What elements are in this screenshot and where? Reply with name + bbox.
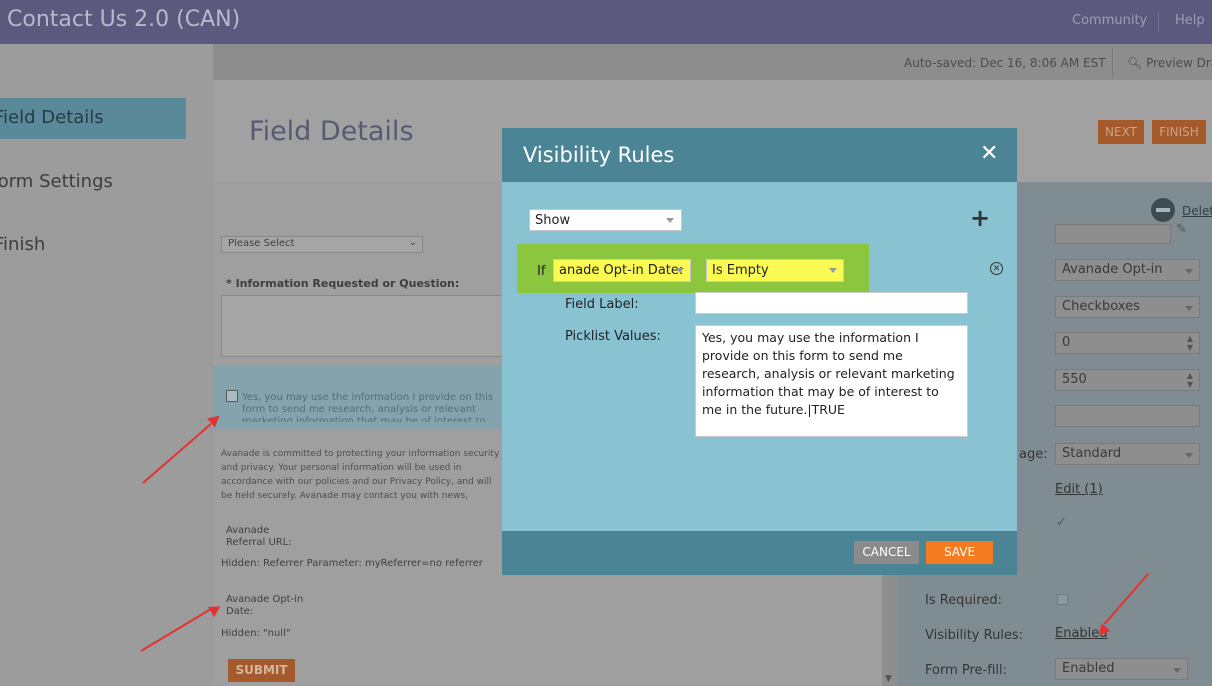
stepper-arrows-icon: ▲ ▼ (1186, 334, 1193, 352)
privacy-text: Avanade is committed to protecting your … (221, 449, 500, 501)
is-required-checkbox[interactable] (1057, 594, 1068, 605)
field-name-input[interactable] (1055, 224, 1171, 244)
chevron-down-icon (1185, 306, 1193, 311)
chevron-down-icon (829, 268, 837, 273)
remove-rule-icon[interactable]: ✕ (990, 262, 1003, 275)
add-rule-icon[interactable]: + (970, 206, 990, 230)
sidebar-item-label: Form Settings (0, 171, 113, 192)
pencil-icon[interactable]: ✎ (1176, 222, 1187, 237)
check-icon[interactable]: ✓ (1056, 515, 1067, 530)
sidebar-item-finish[interactable]: Finish (0, 234, 184, 258)
rule-operator-select[interactable]: Is Empty (706, 259, 844, 282)
delete-link[interactable]: Delete (1182, 204, 1212, 218)
field-label-input[interactable] (695, 292, 968, 314)
submit-button[interactable]: SUBMIT (228, 659, 295, 682)
picklist-values-textarea[interactable]: Yes, you may use the information I provi… (695, 325, 968, 437)
dialog-title: Visibility Rules (523, 143, 675, 167)
app-title: Contact Us 2.0 (CAN) (7, 7, 241, 32)
please-select-label: Please Select (228, 238, 295, 249)
edit-link[interactable]: Edit (1) (1055, 482, 1103, 497)
stepper-arrows-icon: ▲ ▼ (1186, 371, 1193, 389)
field-type-select[interactable]: Avanade Opt-in (1055, 259, 1200, 281)
chevron-down-icon[interactable]: ▼ (885, 674, 892, 684)
rule-field-value: anade Opt-in Date: (559, 263, 684, 278)
picklist-values-label: Picklist Values: (565, 329, 661, 344)
field-type-value: Avanade Opt-in (1062, 262, 1163, 277)
input-type-value: Checkboxes (1062, 299, 1140, 314)
consent-checkbox[interactable] (226, 390, 238, 402)
question-label: * Information Requested or Question: (226, 277, 460, 290)
show-select-value: Show (535, 213, 571, 228)
community-link[interactable]: Community (1072, 13, 1147, 28)
sidebar-item-field-details-wrap: Field Details (0, 107, 184, 131)
preview-draft-button[interactable]: 🔍︎ Preview Draft (1127, 56, 1212, 70)
hidden-referrer-field: Hidden: Referrer Parameter: myReferrer=n… (221, 558, 483, 569)
save-button[interactable]: SAVE (926, 541, 993, 564)
referral-url-label: Avanade Referral URL: (226, 525, 292, 548)
show-select[interactable]: Show (529, 209, 682, 231)
chevron-down-icon (1185, 269, 1193, 274)
chevron-down-icon (1173, 668, 1181, 673)
field-label-label: Field Label: (565, 297, 639, 312)
label-width-label: age: (1019, 447, 1048, 462)
close-icon[interactable]: ✕ (980, 141, 998, 166)
text-input[interactable] (1055, 405, 1200, 427)
help-link[interactable]: Help (1175, 13, 1205, 28)
autosave-status: Auto-saved: Dec 16, 8:06 AM EST (904, 56, 1106, 70)
please-select-dropdown[interactable]: Please Select ⌄ (221, 236, 423, 253)
form-prefill-value: Enabled (1062, 661, 1115, 676)
chevron-down-icon (676, 268, 684, 273)
rule-field-select[interactable]: anade Opt-in Date: (553, 259, 691, 282)
preview-draft-label: Preview Draft (1146, 56, 1212, 70)
input-type-select[interactable]: Checkboxes (1055, 296, 1200, 318)
if-label: If (537, 264, 546, 279)
chevron-down-icon (1185, 453, 1193, 458)
delete-icon[interactable] (1151, 198, 1175, 222)
finish-button[interactable]: FINISH (1152, 120, 1206, 144)
is-required-label: Is Required: (925, 593, 1002, 608)
sidebar-item-label: Field Details (0, 107, 104, 128)
visibility-rules-dialog: Visibility Rules ✕ Show + If anade Opt-i… (502, 128, 1017, 575)
page-title: Field Details (249, 116, 414, 147)
visibility-rules-label: Visibility Rules: (925, 628, 1024, 643)
search-icon: 🔍︎ (1127, 56, 1143, 70)
form-prefill-select[interactable]: Enabled (1055, 658, 1188, 680)
consent-text: Yes, you may use the information I provi… (242, 392, 494, 422)
divider (1158, 12, 1159, 32)
label-width-value: Standard (1062, 446, 1122, 461)
next-button[interactable]: NEXT (1098, 120, 1144, 144)
cancel-button[interactable]: CANCEL (854, 541, 919, 564)
label-width-select[interactable]: Standard (1055, 443, 1200, 465)
number-value: 0 (1062, 335, 1071, 350)
sidebar (0, 44, 213, 686)
form-prefill-label: Form Pre-fill: (925, 663, 1008, 678)
optin-date-label: Avanade Opt-in Date: (226, 594, 304, 617)
chevron-down-icon: ⌄ (408, 237, 417, 248)
number-stepper-b[interactable]: 550 ▲ ▼ (1055, 369, 1200, 391)
question-textarea[interactable] (221, 295, 506, 357)
chevron-down-icon (666, 218, 674, 223)
sidebar-item-form-settings[interactable]: Form Settings (0, 171, 178, 195)
sidebar-item-label: Finish (0, 234, 46, 255)
number-value: 550 (1062, 372, 1087, 387)
number-stepper-a[interactable]: 0 ▲ ▼ (1055, 332, 1200, 354)
rule-operator-value: Is Empty (712, 263, 769, 278)
hidden-null-field: Hidden: "null" (221, 628, 291, 639)
divider (1112, 48, 1113, 78)
